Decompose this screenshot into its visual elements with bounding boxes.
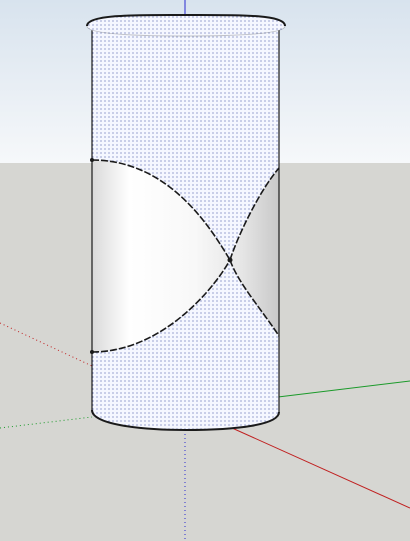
viewport-canvas[interactable] (0, 0, 410, 541)
cylinder[interactable] (86, 13, 286, 432)
cylinder-top-cap[interactable] (87, 14, 285, 36)
modeling-viewport[interactable] (0, 0, 410, 541)
helix-intersection-vertex[interactable] (227, 257, 233, 263)
helix-left-lower-vertex[interactable] (90, 350, 94, 354)
helix-left-upper-vertex[interactable] (90, 158, 94, 162)
